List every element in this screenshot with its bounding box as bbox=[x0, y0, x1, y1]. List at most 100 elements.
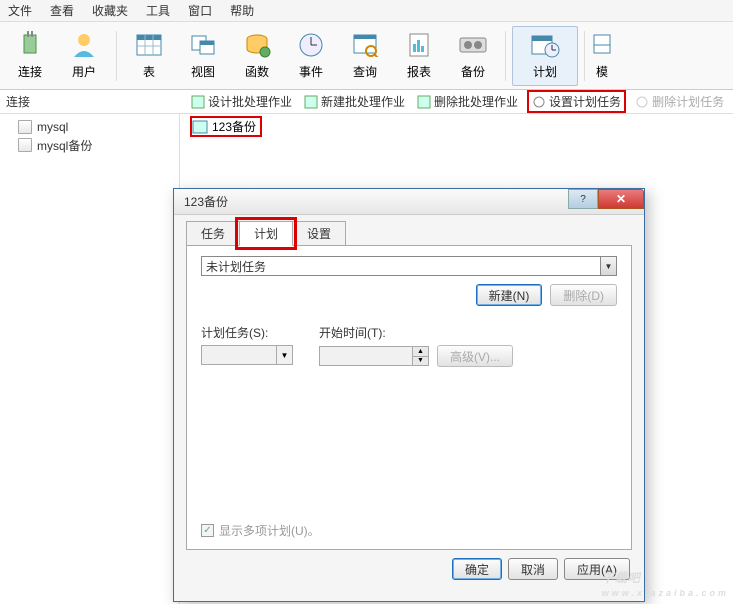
tool-backup[interactable]: 备份 bbox=[447, 27, 499, 85]
menu-window[interactable]: 窗口 bbox=[188, 2, 212, 19]
sub-label: 设置计划任务 bbox=[549, 93, 621, 110]
separator bbox=[505, 31, 506, 81]
sidebar-item-label: mysql备份 bbox=[37, 137, 92, 154]
sub-label: 删除批处理作业 bbox=[434, 93, 518, 110]
tool-user[interactable]: 用户 bbox=[58, 27, 110, 85]
separator bbox=[584, 31, 585, 81]
menu-help[interactable]: 帮助 bbox=[230, 2, 254, 19]
tool-label: 查询 bbox=[353, 63, 377, 80]
tool-view[interactable]: 视图 bbox=[177, 27, 229, 85]
menubar: 文件 查看 收藏夹 工具 窗口 帮助 bbox=[0, 0, 733, 22]
sidebar: mysql mysql备份 bbox=[0, 114, 180, 604]
sub-label: 删除计划任务 bbox=[652, 93, 724, 110]
tool-query[interactable]: 查询 bbox=[339, 27, 391, 85]
schedule-dialog: 123备份 ? ✕ 任务 计划 设置 未计划任务 ▼ 新建(N) 删除(D) 计… bbox=[173, 188, 645, 602]
dialog-buttons: 确定 取消 应用(A) bbox=[174, 558, 644, 580]
report-icon bbox=[403, 31, 435, 59]
schedule-combo[interactable]: 未计划任务 ▼ bbox=[201, 256, 617, 276]
sidebar-item-label: mysql bbox=[37, 120, 68, 134]
titlebar[interactable]: 123备份 ? ✕ bbox=[174, 189, 644, 215]
table-icon bbox=[133, 31, 165, 59]
show-multi-row[interactable]: ✓ 显示多项计划(U)。 bbox=[201, 522, 320, 539]
backup-job-item[interactable]: 123备份 bbox=[190, 116, 262, 137]
cancel-button[interactable]: 取消 bbox=[508, 558, 558, 580]
menu-file[interactable]: 文件 bbox=[8, 2, 32, 19]
tool-label: 报表 bbox=[407, 63, 431, 80]
new-icon bbox=[304, 95, 318, 109]
tool-label: 事件 bbox=[299, 63, 323, 80]
advanced-button: 高级(V)... bbox=[437, 345, 513, 367]
tool-connect[interactable]: 连接 bbox=[4, 27, 56, 85]
sub-design[interactable]: 设计批处理作业 bbox=[188, 92, 295, 111]
tool-table[interactable]: 表 bbox=[123, 27, 175, 85]
sidebar-item-mysql[interactable]: mysql bbox=[0, 118, 179, 136]
clock-icon bbox=[295, 31, 327, 59]
sub-delete[interactable]: 删除批处理作业 bbox=[414, 92, 521, 111]
new-button[interactable]: 新建(N) bbox=[476, 284, 543, 306]
view-icon bbox=[187, 31, 219, 59]
chevron-down-icon[interactable]: ▼ bbox=[276, 346, 292, 364]
plan-label: 计划任务(S): bbox=[201, 324, 293, 341]
query-icon bbox=[349, 31, 381, 59]
window-buttons: ? ✕ bbox=[568, 189, 644, 209]
sidebar-item-mysql-backup[interactable]: mysql备份 bbox=[0, 136, 179, 154]
tab-body: 未计划任务 ▼ 新建(N) 删除(D) 计划任务(S): ▼ 开始时间(T): … bbox=[186, 245, 632, 550]
pencil-icon bbox=[191, 95, 205, 109]
user-icon bbox=[68, 31, 100, 59]
sub-set-schedule[interactable]: 设置计划任务 bbox=[527, 90, 626, 113]
close-button[interactable]: ✕ bbox=[598, 189, 644, 209]
sub-label: 新建批处理作业 bbox=[321, 93, 405, 110]
tool-function[interactable]: 函数 bbox=[231, 27, 283, 85]
function-icon bbox=[241, 31, 273, 59]
time-spinner[interactable]: ▲▼ bbox=[413, 346, 429, 366]
tab-settings[interactable]: 设置 bbox=[292, 221, 346, 246]
spinner-down-icon[interactable]: ▼ bbox=[413, 357, 428, 366]
watermark-url: www.xiazaiba.com bbox=[602, 588, 729, 598]
backup-icon bbox=[457, 31, 489, 59]
delete-button: 删除(D) bbox=[550, 284, 617, 306]
tool-model[interactable]: 模 bbox=[591, 27, 613, 85]
watermark: 下载吧 www.xiazaiba.com bbox=[602, 565, 729, 598]
help-button[interactable]: ? bbox=[568, 189, 598, 209]
toolbar: 连接 用户 表 视图 函数 事件 查询 报表 备份 计划 模 bbox=[0, 22, 733, 90]
time-input[interactable] bbox=[319, 346, 413, 366]
gear-icon bbox=[532, 95, 546, 109]
watermark-text: 下载吧 bbox=[602, 571, 641, 585]
tool-event[interactable]: 事件 bbox=[285, 27, 337, 85]
menu-view[interactable]: 查看 bbox=[50, 2, 74, 19]
tab-plan[interactable]: 计划 bbox=[239, 221, 293, 246]
model-icon bbox=[586, 31, 618, 59]
tool-schedule[interactable]: 计划 bbox=[512, 26, 578, 86]
start-time-label: 开始时间(T): bbox=[319, 324, 513, 341]
db-icon bbox=[18, 138, 32, 152]
tool-label: 计划 bbox=[533, 63, 557, 80]
menu-favorites[interactable]: 收藏夹 bbox=[92, 2, 128, 19]
tool-report[interactable]: 报表 bbox=[393, 27, 445, 85]
tool-label: 备份 bbox=[461, 63, 485, 80]
gear-x-icon bbox=[635, 95, 649, 109]
chevron-down-icon[interactable]: ▼ bbox=[600, 257, 616, 275]
tabs: 任务 计划 设置 bbox=[186, 221, 644, 246]
plug-icon bbox=[14, 31, 46, 59]
start-time-field[interactable]: ▲▼ bbox=[319, 346, 429, 366]
combo-value: 未计划任务 bbox=[206, 258, 266, 275]
tool-label: 视图 bbox=[191, 63, 215, 80]
dialog-title: 123备份 bbox=[184, 193, 228, 210]
tab-task[interactable]: 任务 bbox=[186, 221, 240, 246]
menu-tools[interactable]: 工具 bbox=[146, 2, 170, 19]
tool-label: 连接 bbox=[18, 63, 42, 80]
subbar: 连接 设计批处理作业 新建批处理作业 删除批处理作业 设置计划任务 删除计划任务 bbox=[0, 90, 733, 114]
tool-label: 用户 bbox=[72, 63, 96, 80]
sub-label: 设计批处理作业 bbox=[208, 93, 292, 110]
ok-button[interactable]: 确定 bbox=[452, 558, 502, 580]
spinner-up-icon[interactable]: ▲ bbox=[413, 347, 428, 357]
sub-del-schedule: 删除计划任务 bbox=[632, 92, 727, 111]
backup-job-label: 123备份 bbox=[212, 118, 256, 135]
show-multi-label: 显示多项计划(U)。 bbox=[219, 522, 320, 539]
checkbox[interactable]: ✓ bbox=[201, 524, 214, 537]
subbar-left-label: 连接 bbox=[0, 93, 180, 110]
schedule-icon bbox=[529, 31, 561, 59]
job-icon bbox=[192, 120, 208, 134]
plan-task-combo[interactable]: ▼ bbox=[201, 345, 293, 365]
sub-new[interactable]: 新建批处理作业 bbox=[301, 92, 408, 111]
